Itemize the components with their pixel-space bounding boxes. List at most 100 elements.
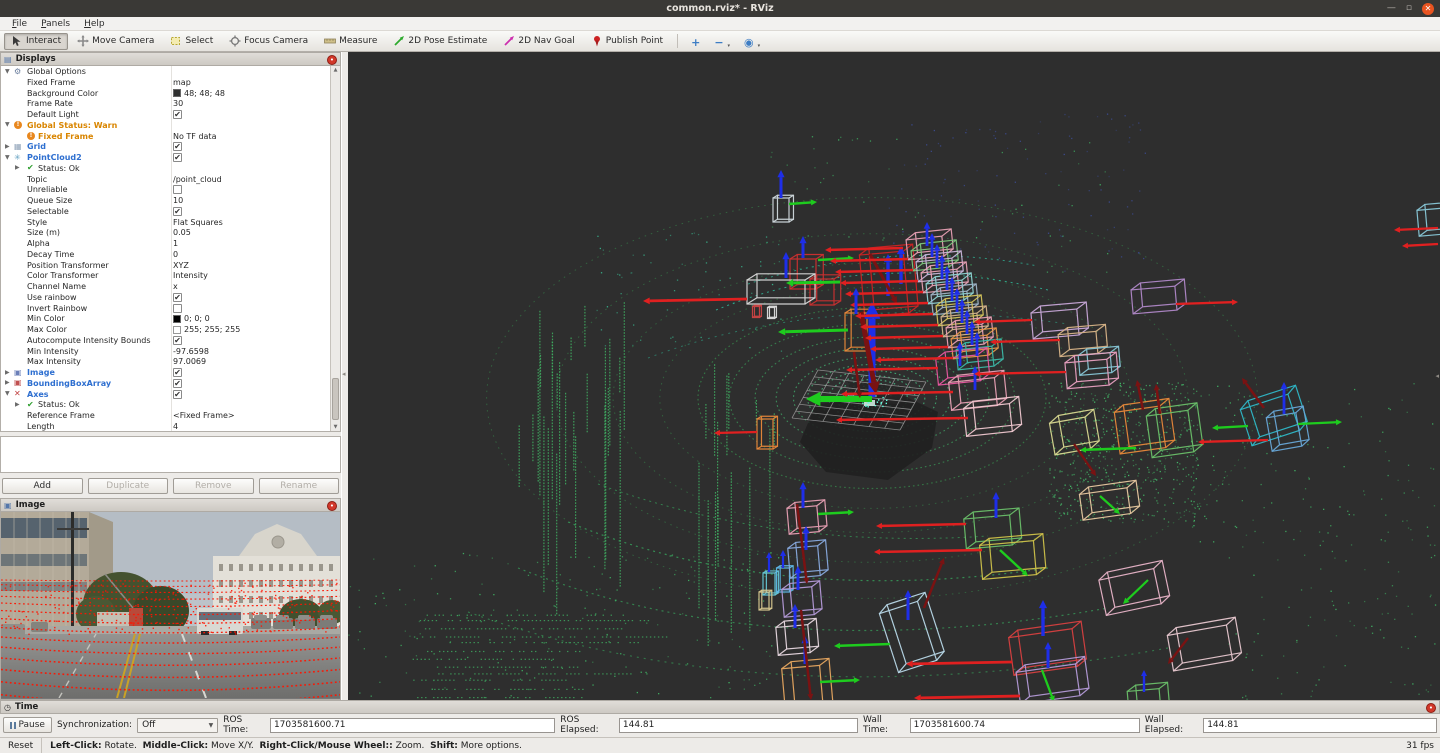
expander-open-icon[interactable]: ▼ <box>5 121 10 128</box>
property-value[interactable]: x <box>173 282 178 291</box>
property-value[interactable]: ✔ <box>173 335 182 345</box>
property-value[interactable]: 0.05 <box>173 228 191 237</box>
time-field-input-3[interactable] <box>1203 717 1437 733</box>
panel-splitter[interactable]: ◂ <box>341 52 348 700</box>
3d-viewport[interactable]: ◂ <box>348 52 1440 700</box>
property-value[interactable]: ✔ <box>173 368 182 377</box>
publish-point-button[interactable]: Publish Point <box>584 33 670 50</box>
close-button[interactable]: ✕ <box>1422 2 1434 15</box>
sync-label: Synchronization: <box>56 720 133 730</box>
checkbox-checked[interactable]: ✔ <box>173 335 182 345</box>
interact-button[interactable]: Interact <box>4 32 69 50</box>
displays-panel-header[interactable]: ▤ Displays • <box>0 52 341 66</box>
property-value[interactable]: 0; 0; 0 <box>173 314 210 323</box>
image-panel-header[interactable]: ▣ Image • <box>0 498 341 512</box>
property-value[interactable]: Intensity <box>173 271 208 280</box>
time-field-input-1[interactable] <box>618 717 858 733</box>
maximize-button[interactable]: ▫ <box>1406 4 1412 13</box>
property-value[interactable]: ✔ <box>173 378 182 388</box>
pause-button[interactable]: Pause <box>3 717 52 733</box>
scroll-thumb[interactable] <box>332 378 339 420</box>
menu-item-panels[interactable]: Panels <box>34 19 77 29</box>
checkbox-checked[interactable]: ✔ <box>173 368 182 377</box>
property-value[interactable]: 30 <box>173 99 183 108</box>
property-value[interactable]: 1 <box>173 239 178 248</box>
checkbox-checked[interactable]: ✔ <box>173 206 182 216</box>
checkbox-checked[interactable]: ✔ <box>173 292 182 302</box>
scroll-down-icon[interactable]: ▼ <box>331 424 340 430</box>
checkbox-checked[interactable]: ✔ <box>173 153 182 162</box>
minimize-button[interactable]: — <box>1387 4 1396 13</box>
checkbox-unchecked[interactable] <box>173 185 182 195</box>
move-camera-button[interactable]: Move Camera <box>70 33 161 50</box>
add-button[interactable]: Add <box>2 478 83 494</box>
image-close-icon[interactable]: • <box>327 501 337 511</box>
duplicate-button[interactable]: Duplicate <box>87 478 168 494</box>
expander-closed-icon[interactable]: ▶ <box>15 164 20 171</box>
pose-estimate-button[interactable]: 2D Pose Estimate <box>386 33 494 50</box>
splitter-collapse-icon[interactable]: ◂ <box>342 370 346 378</box>
property-value[interactable] <box>173 185 182 195</box>
property-value[interactable]: 0 <box>173 250 178 259</box>
sync-select[interactable]: Off ▼ <box>137 717 219 733</box>
property-value[interactable]: ✔ <box>173 110 182 119</box>
checkbox-unchecked[interactable] <box>173 303 182 313</box>
checkbox-checked[interactable]: ✔ <box>173 378 182 388</box>
zoom-in-button[interactable]: + <box>685 33 706 50</box>
property-value[interactable]: ✔ <box>173 206 182 216</box>
time-field-input-2[interactable] <box>909 717 1140 733</box>
focus-camera-button[interactable]: Focus Camera <box>222 33 315 50</box>
property-value[interactable] <box>173 303 182 313</box>
3d-scene-canvas[interactable] <box>348 52 1440 700</box>
property-value[interactable]: <Fixed Frame> <box>173 411 235 420</box>
measure-button[interactable]: Measure <box>317 33 384 50</box>
property-value[interactable]: /point_cloud <box>173 175 222 184</box>
property-value[interactable]: 255; 255; 255 <box>173 325 240 334</box>
property-value[interactable]: 97.0069 <box>173 357 206 366</box>
right-collapse-icon[interactable]: ◂ <box>1435 372 1439 380</box>
reset-button[interactable]: Reset <box>0 738 43 753</box>
property-value[interactable]: 10 <box>173 196 183 205</box>
property-value[interactable]: XYZ <box>173 261 189 270</box>
time-field-input-0[interactable] <box>269 717 556 733</box>
displays-tree[interactable]: ▼ ⚙ Global Options Fixed Frame map Background… <box>0 66 341 432</box>
rename-button[interactable]: Rename <box>258 478 339 494</box>
property-value[interactable]: map <box>173 78 191 87</box>
expander-closed-icon[interactable]: ▶ <box>5 379 10 386</box>
property-value[interactable]: ✔ <box>173 389 182 399</box>
zoom-out-button[interactable]: − ▾ <box>708 33 736 50</box>
expander-open-icon[interactable]: ▼ <box>5 68 10 75</box>
checkbox-checked[interactable]: ✔ <box>173 389 182 399</box>
checkbox-checked[interactable]: ✔ <box>173 142 182 152</box>
property-value[interactable]: -97.6598 <box>173 347 209 356</box>
color-swatch <box>173 314 181 323</box>
property-value[interactable]: ✔ <box>173 142 182 152</box>
property-value[interactable]: ✔ <box>173 153 182 162</box>
scroll-up-icon[interactable]: ▲ <box>331 67 340 73</box>
checkbox-checked[interactable]: ✔ <box>173 110 182 119</box>
expander-open-icon[interactable]: ▼ <box>5 390 10 397</box>
nav-goal-button[interactable]: 2D Nav Goal <box>496 33 581 50</box>
measure-icon <box>324 38 337 44</box>
property-value[interactable]: Flat Squares <box>173 218 223 227</box>
remove-button[interactable]: Remove <box>173 478 254 494</box>
focus-view-button[interactable]: ◉ ▾ <box>738 33 766 50</box>
time-panel-header[interactable]: ◷ Time • <box>0 700 1440 714</box>
expander-closed-icon[interactable]: ▶ <box>15 401 20 408</box>
property-value[interactable]: ✔ <box>173 292 182 302</box>
expander-open-icon[interactable]: ▼ <box>5 154 10 161</box>
property-value[interactable]: 4 <box>173 422 178 431</box>
menu-item-help[interactable]: Help <box>77 19 112 29</box>
displays-scrollbar[interactable]: ▲ ▼ <box>330 66 340 431</box>
menu-item-file[interactable]: File <box>5 19 34 29</box>
displays-close-icon[interactable]: • <box>327 55 337 65</box>
expander-closed-icon[interactable]: ▶ <box>5 143 10 150</box>
property-value[interactable]: 48; 48; 48 <box>173 89 225 98</box>
chevron-down-icon: ▾ <box>757 42 761 49</box>
select-button[interactable]: Select <box>163 33 220 50</box>
time-close-icon[interactable]: • <box>1426 703 1436 713</box>
time-controls: Pause Synchronization: Off ▼ ROS Time: RO… <box>0 714 1440 736</box>
title-bar[interactable]: common.rviz* - RViz — ▫ ✕ <box>0 0 1440 17</box>
property-value[interactable]: No TF data <box>173 132 216 141</box>
expander-closed-icon[interactable]: ▶ <box>5 369 10 376</box>
